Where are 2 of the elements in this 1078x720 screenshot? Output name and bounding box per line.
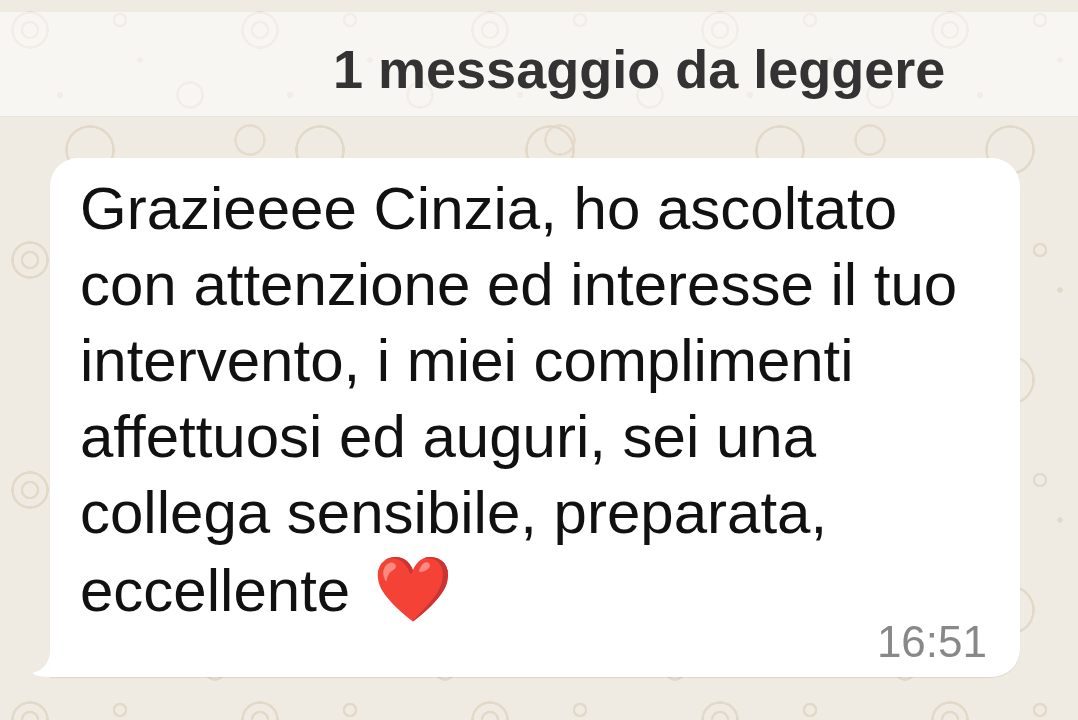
message-text: Grazieeee Cinzia, ho ascoltato con attenzione ed interesse il tuo intervento, i miei complimenti affettuosi ed auguri, sei una collega sensibile, preparata, eccellente ❤ xyxy=(80,175,958,624)
message-time: 16:51 xyxy=(876,626,987,658)
